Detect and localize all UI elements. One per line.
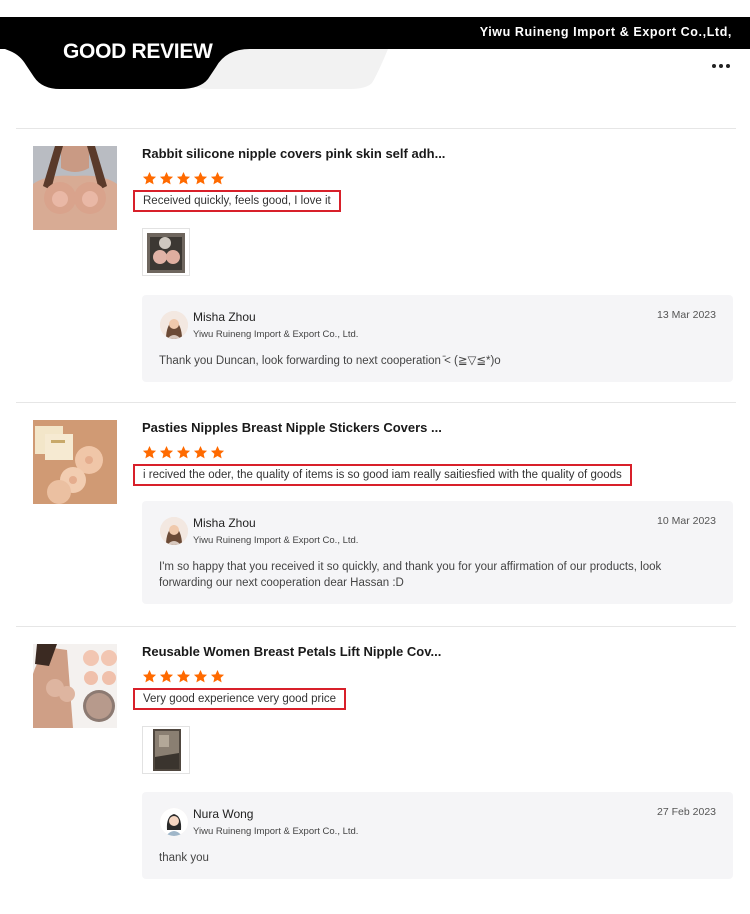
- reply-company: Yiwu Ruineng Import & Export Co., Ltd.: [193, 535, 359, 546]
- seller-reply: Misha Zhou Yiwu Ruineng Import & Export …: [142, 295, 733, 382]
- reply-company: Yiwu Ruineng Import & Export Co., Ltd.: [193, 329, 359, 340]
- more-horizontal-icon[interactable]: [712, 64, 730, 68]
- product-image[interactable]: [33, 420, 117, 504]
- star-icon: [159, 669, 174, 683]
- reply-text: thank you: [159, 852, 209, 864]
- star-icon: [193, 171, 208, 185]
- star-icon: [193, 445, 208, 459]
- reply-author: Misha Zhou: [193, 516, 256, 530]
- seller-reply: Misha Zhou Yiwu Ruineng Import & Export …: [142, 501, 733, 604]
- divider: [16, 402, 736, 403]
- star-rating: [142, 445, 225, 460]
- page-title: GOOD REVIEW: [63, 40, 213, 63]
- star-icon: [210, 669, 225, 683]
- star-icon: [176, 171, 191, 185]
- star-icon: [142, 171, 157, 185]
- star-rating: [142, 171, 225, 186]
- avatar: [160, 808, 188, 836]
- product-image[interactable]: [33, 644, 117, 728]
- review-comment: Very good experience very good price: [133, 688, 347, 710]
- reply-text: Thank you Duncan, look forwarding to nex…: [159, 355, 501, 367]
- review-comment: i recived the oder, the quality of items…: [133, 464, 632, 486]
- product-title[interactable]: Pasties Nipples Breast Nipple Stickers C…: [142, 420, 442, 435]
- star-icon: [142, 669, 157, 683]
- star-icon: [159, 445, 174, 459]
- divider: [16, 626, 736, 627]
- reply-text: I'm so happy that you received it so qui…: [159, 561, 662, 589]
- reply-author: Misha Zhou: [193, 310, 256, 324]
- seller-reply: Nura Wong Yiwu Ruineng Import & Export C…: [142, 792, 733, 879]
- divider: [16, 128, 736, 129]
- reply-author: Nura Wong: [193, 807, 254, 821]
- reply-date: 27 Feb 2023: [657, 806, 716, 818]
- star-icon: [210, 445, 225, 459]
- star-icon: [176, 445, 191, 459]
- product-title[interactable]: Rabbit silicone nipple covers pink skin …: [142, 146, 445, 161]
- reply-company: Yiwu Ruineng Import & Export Co., Ltd.: [193, 826, 359, 837]
- reply-date: 10 Mar 2023: [657, 515, 716, 527]
- star-icon: [210, 171, 225, 185]
- star-rating: [142, 669, 225, 684]
- star-icon: [176, 669, 191, 683]
- product-title[interactable]: Reusable Women Breast Petals Lift Nipple…: [142, 644, 441, 659]
- company-name: Yiwu Ruineng Import & Export Co.,Ltd,: [479, 25, 732, 39]
- avatar: [160, 517, 188, 545]
- star-icon: [193, 669, 208, 683]
- avatar: [160, 311, 188, 339]
- star-icon: [159, 171, 174, 185]
- reply-date: 13 Mar 2023: [657, 309, 716, 321]
- star-icon: [142, 445, 157, 459]
- review-photo[interactable]: [142, 228, 190, 276]
- review-photo[interactable]: [142, 726, 190, 774]
- review-comment: Received quickly, feels good, I love it: [133, 190, 341, 212]
- product-image[interactable]: [33, 146, 117, 230]
